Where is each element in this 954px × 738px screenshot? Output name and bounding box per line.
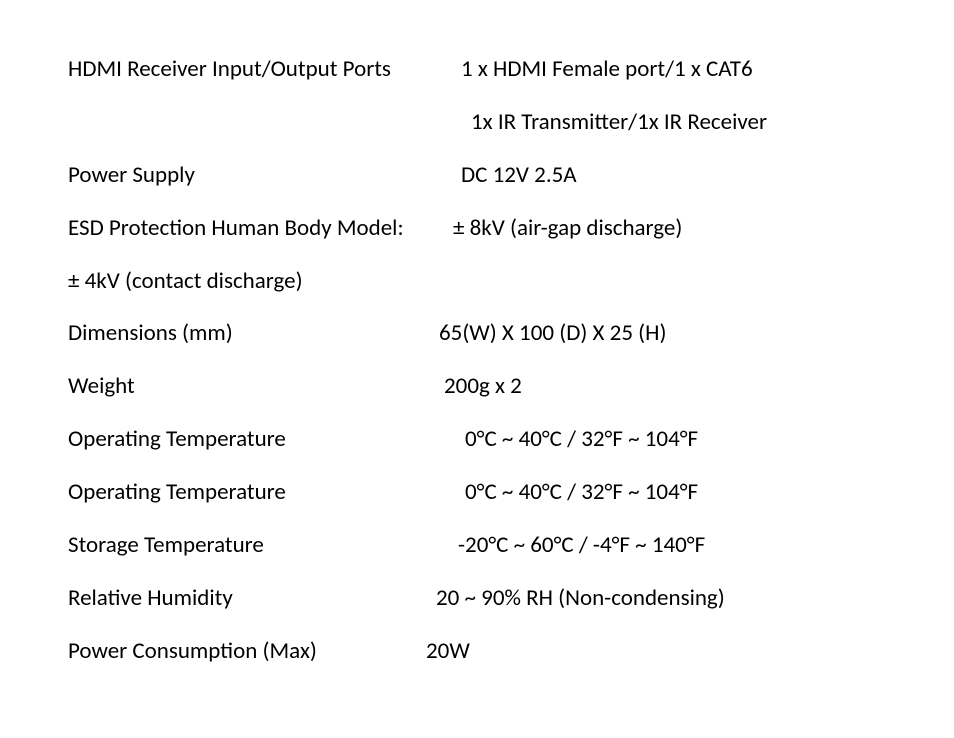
spec-label: HDMI Receiver Input/Output Ports: [68, 55, 436, 85]
spec-value: 1x IR Transmitter/1x IR Receiver: [68, 108, 954, 138]
spec-row-operating-temp-2: Operating Temperature 0°C ~ 40°C / 32°F …: [68, 478, 954, 508]
spec-value: 0°C ~ 40°C / 32°F ~ 104°F: [436, 425, 698, 455]
spec-value: 20W: [426, 637, 470, 667]
spec-value: 200g x 2: [436, 372, 522, 402]
spec-value: 65(W) X 100 (D) X 25 (H): [436, 319, 666, 349]
spec-value: 20 ~ 90% RH (Non-condensing): [436, 584, 725, 614]
spec-label: Storage Temperature: [68, 531, 436, 561]
spec-value: 1 x HDMI Female port/1 x CAT6: [436, 55, 753, 85]
spec-value: ± 8kV (air-gap discharge): [436, 214, 682, 244]
spec-row-power-supply: Power Supply DC 12V 2.5A: [68, 161, 954, 191]
spec-label: ESD Protection Human Body Model:: [68, 214, 436, 244]
spec-label: Power Supply: [68, 161, 436, 191]
spec-value: DC 12V 2.5A: [436, 161, 577, 191]
spec-value: 0°C ~ 40°C / 32°F ~ 104°F: [436, 478, 698, 508]
spec-row-relative-humidity: Relative Humidity 20 ~ 90% RH (Non-conde…: [68, 584, 954, 614]
spec-label: Operating Temperature: [68, 425, 436, 455]
spec-label: Power Consumption (Max): [68, 637, 436, 667]
spec-label: Relative Humidity: [68, 584, 436, 614]
spec-row-storage-temp: Storage Temperature -20°C ~ 60°C / -4°F …: [68, 531, 954, 561]
spec-row-esd-protection: ESD Protection Human Body Model: ± 8kV (…: [68, 214, 954, 244]
spec-label: Weight: [68, 372, 436, 402]
spec-value: -20°C ~ 60°C / -4°F ~ 140°F: [436, 531, 705, 561]
spec-label: Operating Temperature: [68, 478, 436, 508]
spec-label: ± 4kV (contact discharge): [68, 267, 436, 297]
spec-row-power-consumption: Power Consumption (Max) 20W: [68, 637, 954, 667]
spec-row-operating-temp-1: Operating Temperature 0°C ~ 40°C / 32°F …: [68, 425, 954, 455]
spec-row-weight: Weight 200g x 2: [68, 372, 954, 402]
spec-label: Dimensions (mm): [68, 319, 436, 349]
spec-row-hdmi-receiver: HDMI Receiver Input/Output Ports 1 x HDM…: [68, 55, 954, 85]
spec-row-esd-contact-discharge: ± 4kV (contact discharge): [68, 267, 954, 297]
spec-row-hdmi-receiver-line2: 1x IR Transmitter/1x IR Receiver: [68, 108, 954, 138]
spec-row-dimensions: Dimensions (mm) 65(W) X 100 (D) X 25 (H): [68, 319, 954, 349]
